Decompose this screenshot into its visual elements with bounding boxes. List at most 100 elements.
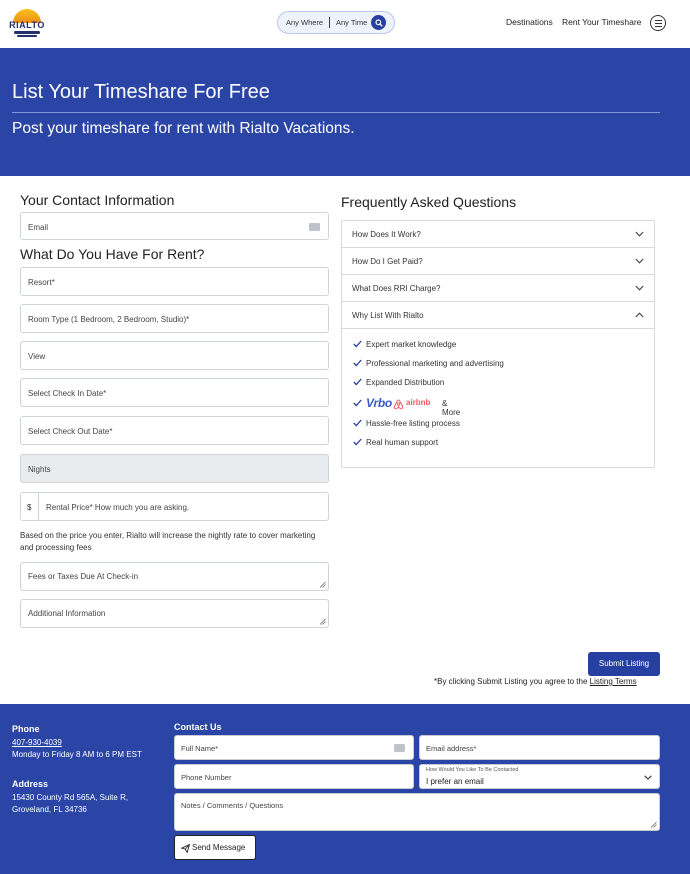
faq-question[interactable]: How Do I Get Paid? (342, 248, 654, 275)
submit-listing-button[interactable]: Submit Listing (588, 652, 660, 676)
checkmark-icon (353, 399, 362, 407)
logo-text: RIALTO (9, 20, 45, 30)
site-footer (0, 704, 690, 874)
fees-textarea[interactable]: Fees or Taxes Due At Check-in (20, 562, 329, 591)
faq-reason-text: Expanded Distribution (366, 378, 445, 387)
vrbo-logo: Vrbo (366, 396, 392, 410)
view-field[interactable]: View (20, 341, 329, 370)
faq-reason-text: Professional marketing and advertising (366, 359, 504, 368)
phone-link[interactable]: 407-930-4039 (12, 738, 62, 747)
price-note: Based on the price you enter, Rialto wil… (20, 531, 316, 552)
autofill-card-icon[interactable] (309, 223, 320, 231)
contact-info-heading: Your Contact Information (20, 192, 175, 208)
rental-price-placeholder: Rental Price* How much you are asking. (46, 503, 190, 512)
logo-wave-icon (17, 35, 37, 37)
resize-handle-icon[interactable] (319, 581, 326, 588)
chevron-down-icon (635, 285, 644, 291)
email-field[interactable]: Email (20, 212, 329, 240)
checkmark-icon (353, 438, 362, 446)
search-button[interactable] (371, 15, 386, 30)
additional-info-textarea[interactable]: Additional Information (20, 599, 329, 628)
footer-email-placeholder: Email address* (426, 744, 477, 753)
hero-divider (12, 112, 660, 113)
nav-rent-timeshare-link[interactable]: Rent Your Timeshare (562, 17, 641, 27)
partners-more-text: & More (442, 399, 461, 417)
chevron-down-icon (635, 231, 644, 237)
faq-accordion: How Does It Work? How Do I Get Paid? Wha… (341, 220, 655, 468)
rental-price-field[interactable]: $ Rental Price* How much you are asking. (20, 492, 329, 521)
resize-handle-icon[interactable] (319, 618, 326, 625)
faq-question[interactable]: How Does It Work? (342, 221, 654, 248)
send-message-button[interactable]: Send Message (174, 835, 256, 860)
rent-heading: What Do You Have For Rent? (20, 246, 205, 262)
rialto-logo[interactable]: RIALTO (6, 7, 48, 39)
resort-placeholder: Resort* (28, 278, 55, 287)
comments-textarea[interactable]: Notes / Comments / Questions (174, 793, 660, 831)
chevron-down-icon (635, 258, 644, 264)
nav-destinations-link[interactable]: Destinations (506, 17, 553, 27)
page-title: List Your Timeshare For Free (12, 81, 270, 103)
checkmark-icon (353, 378, 362, 386)
room-type-placeholder: Room Type (1 Bedroom, 2 Bedroom, Studio)… (28, 315, 190, 324)
full-name-field[interactable]: Full Name* (174, 735, 414, 760)
faq-question-label: Why List With Rialto (352, 311, 424, 320)
faq-reason-text: Real human support (366, 438, 439, 447)
hero-banner: List Your Timeshare For Free Post your t… (0, 48, 690, 176)
checkmark-icon (353, 419, 362, 427)
send-message-label: Send Message (192, 843, 246, 852)
office-hours: Monday to Friday 8 AM to 6 PM EST (12, 750, 142, 759)
contact-us-heading: Contact Us (174, 722, 222, 732)
comments-placeholder: Notes / Comments / Questions (181, 801, 284, 810)
resort-field[interactable]: Resort* (20, 267, 329, 296)
airbnb-logo-icon (393, 399, 404, 410)
faq-question-expanded[interactable]: Why List With Rialto (342, 302, 654, 329)
terms-agreement: *By clicking Submit Listing you agree to… (434, 677, 637, 686)
contact-preference-label: How Would You Like To Be Contacted (426, 767, 519, 773)
terms-agreement-text: *By clicking Submit Listing you agree to… (434, 677, 590, 686)
paper-plane-icon (181, 844, 190, 853)
contact-preference-select[interactable]: How Would You Like To Be Contacted I pre… (419, 764, 660, 789)
checkmark-icon (353, 340, 362, 348)
fees-placeholder: Fees or Taxes Due At Check-in (28, 572, 139, 581)
currency-prefix: $ (21, 493, 39, 520)
contact-preference-value: I prefer an email (426, 777, 484, 786)
hamburger-menu-icon[interactable] (650, 15, 666, 31)
search-time[interactable]: Any Time (336, 18, 367, 27)
faq-question-label: What Does RRI Charge? (352, 284, 441, 293)
autofill-card-icon[interactable] (394, 744, 405, 752)
check-out-date-field[interactable]: Select Check Out Date* (20, 416, 329, 445)
phone-number-placeholder: Phone Number (181, 773, 232, 782)
nights-placeholder: Nights (28, 465, 51, 474)
check-in-placeholder: Select Check In Date* (28, 389, 107, 398)
logo-wave-icon (14, 31, 40, 34)
faq-reason-text: Expert market knowledge (366, 340, 457, 349)
address-line-1: 15430 County Rd 565A, Suite R, (12, 793, 129, 802)
check-out-placeholder: Select Check Out Date* (28, 427, 113, 436)
site-header: RIALTO Any Where Any Time Destinations R… (0, 0, 690, 48)
address-line-2: Groveland, FL 34736 (12, 805, 87, 814)
faq-question[interactable]: What Does RRI Charge? (342, 275, 654, 302)
search-icon (374, 18, 383, 27)
faq-heading: Frequently Asked Questions (341, 194, 517, 210)
airbnb-logo-text: airbnb (406, 398, 431, 407)
address-heading: Address (12, 779, 49, 789)
nights-field: Nights (20, 454, 329, 483)
footer-email-field[interactable]: Email address* (419, 735, 660, 760)
email-placeholder: Email (28, 223, 49, 232)
phone-number-field[interactable]: Phone Number (174, 764, 414, 789)
search-where[interactable]: Any Where (286, 18, 323, 27)
listing-terms-link[interactable]: Listing Terms (590, 677, 637, 686)
search-bar[interactable]: Any Where Any Time (277, 11, 395, 34)
chevron-up-icon (635, 312, 644, 318)
chevron-down-icon (644, 775, 652, 780)
faq-question-label: How Do I Get Paid? (352, 257, 423, 266)
search-divider (329, 17, 330, 28)
check-in-date-field[interactable]: Select Check In Date* (20, 378, 329, 407)
phone-heading: Phone (12, 724, 40, 734)
additional-info-placeholder: Additional Information (28, 609, 106, 618)
currency-symbol: $ (27, 503, 32, 512)
faq-reason-text: Hassle-free listing process (366, 419, 460, 428)
resize-handle-icon[interactable] (650, 821, 657, 828)
view-placeholder: View (28, 352, 46, 361)
room-type-field[interactable]: Room Type (1 Bedroom, 2 Bedroom, Studio)… (20, 304, 329, 333)
